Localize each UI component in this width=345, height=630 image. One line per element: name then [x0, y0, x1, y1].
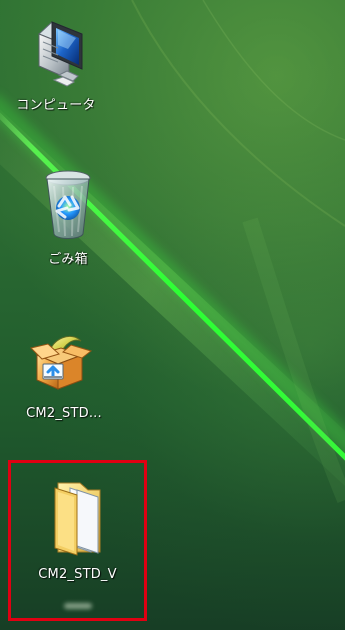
blurred-secondary-label: [63, 603, 92, 609]
wallpaper-curve: [131, 0, 345, 227]
computer-icon: [38, 21, 83, 87]
desktop-icon-label: CM2_STD_V: [38, 567, 117, 582]
installer-box-icon: [30, 336, 93, 390]
desktop-icon-installer[interactable]: CM2_STD...: [8, 326, 120, 422]
folder-icon: [54, 482, 100, 556]
desktop-icon-recycle-bin[interactable]: ごみ箱: [12, 166, 124, 268]
wallpaper-soft-band: [0, 109, 345, 487]
wallpaper-curve: [242, 217, 345, 504]
desktop-icon-computer[interactable]: コンピュータ: [0, 18, 112, 114]
desktop-background: コンピュータ ごみ箱 CM2_STD... CM2_STD_V: [0, 0, 345, 630]
desktop-icon-label: CM2_STD...: [26, 406, 102, 421]
desktop-icon-label: ごみ箱: [48, 252, 88, 267]
desktop-icon-folder-selected[interactable]: CM2_STD_V: [8, 460, 147, 621]
desktop-icon-label: コンピュータ: [16, 98, 96, 113]
recycle-bin-icon: [45, 170, 91, 239]
wallpaper-curve: [202, 0, 345, 141]
